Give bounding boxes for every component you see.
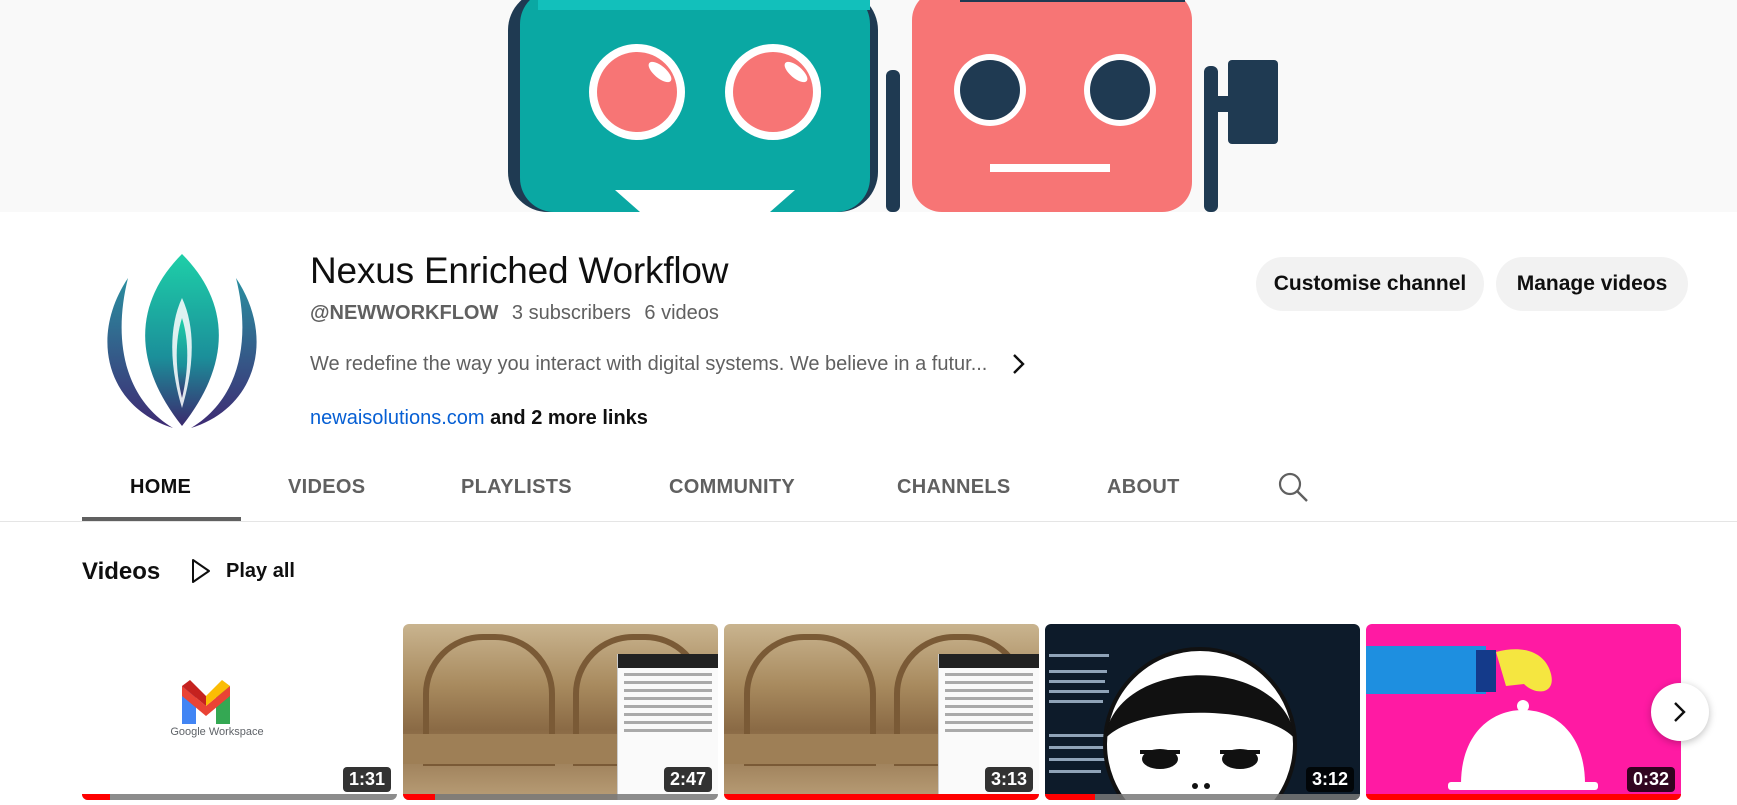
section-title: Videos: [82, 558, 161, 585]
tab-videos[interactable]: VIDEOS: [288, 452, 365, 522]
watch-progress: [724, 794, 1039, 800]
watch-progress: [1366, 794, 1681, 800]
video-thumbnail[interactable]: 2:47: [403, 624, 718, 800]
brand-caption: Google Workspace: [170, 726, 264, 738]
video-thumbnail[interactable]: Google Workspace 1:31: [82, 624, 397, 800]
play-icon: [192, 559, 210, 583]
channel-handle: @NEWWORKFLOW: [310, 302, 499, 324]
channel-description[interactable]: We redefine the way you interact with di…: [310, 350, 1033, 378]
video-count: 6 videos: [644, 302, 719, 324]
more-links[interactable]: and 2 more links: [490, 407, 648, 429]
customise-channel-button[interactable]: Customise channel: [1256, 257, 1484, 311]
channel-link[interactable]: newaisolutions.com: [310, 407, 485, 429]
tab-about[interactable]: ABOUT: [1107, 452, 1180, 522]
tab-home[interactable]: HOME: [130, 452, 191, 522]
channel-meta: @NEWWORKFLOW 3 subscribers 6 videos: [310, 302, 727, 325]
tab-playlists[interactable]: PLAYLISTS: [461, 452, 572, 522]
robots-illustration: [508, 0, 1278, 212]
video-duration: 2:47: [663, 767, 712, 792]
watch-progress: [82, 794, 397, 800]
channel-title: Nexus Enriched Workflow: [310, 250, 729, 291]
subscriber-count: 3 subscribers: [511, 302, 631, 324]
carousel-next-button[interactable]: [1651, 683, 1709, 741]
flame-logo: [107, 254, 257, 428]
watch-progress: [403, 794, 718, 800]
description-text: We redefine the way you interact with di…: [310, 352, 988, 375]
manage-videos-button[interactable]: Manage videos: [1496, 257, 1688, 311]
video-duration: 1:31: [342, 767, 391, 792]
watch-progress-fill: [1366, 794, 1681, 800]
watch-progress-fill: [82, 794, 111, 800]
chevron-right-icon[interactable]: [1005, 350, 1033, 378]
channel-avatar[interactable]: [98, 248, 266, 433]
channel-banner: [0, 0, 1737, 212]
watch-progress-fill: [403, 794, 435, 800]
watch-progress-fill: [1045, 794, 1096, 800]
video-duration: 3:13: [984, 767, 1033, 792]
tabs-divider: [0, 521, 1737, 522]
video-thumbnail[interactable]: 0:32: [1366, 624, 1681, 800]
video-thumbnail[interactable]: 3:13: [724, 624, 1039, 800]
watch-progress-fill: [724, 794, 1039, 800]
play-all-button[interactable]: Play all: [190, 558, 295, 584]
tab-community[interactable]: COMMUNITY: [669, 452, 795, 522]
chevron-right-icon: [1674, 702, 1686, 722]
tab-channels[interactable]: CHANNELS: [897, 452, 1011, 522]
channel-links: newaisolutions.com and 2 more links: [310, 407, 648, 430]
watch-progress: [1045, 794, 1360, 800]
play-all-label: Play all: [226, 559, 295, 582]
video-thumbnail[interactable]: 3:12: [1045, 624, 1360, 800]
search-icon[interactable]: [1276, 470, 1310, 504]
video-duration: 0:32: [1626, 767, 1675, 792]
video-duration: 3:12: [1305, 767, 1354, 792]
